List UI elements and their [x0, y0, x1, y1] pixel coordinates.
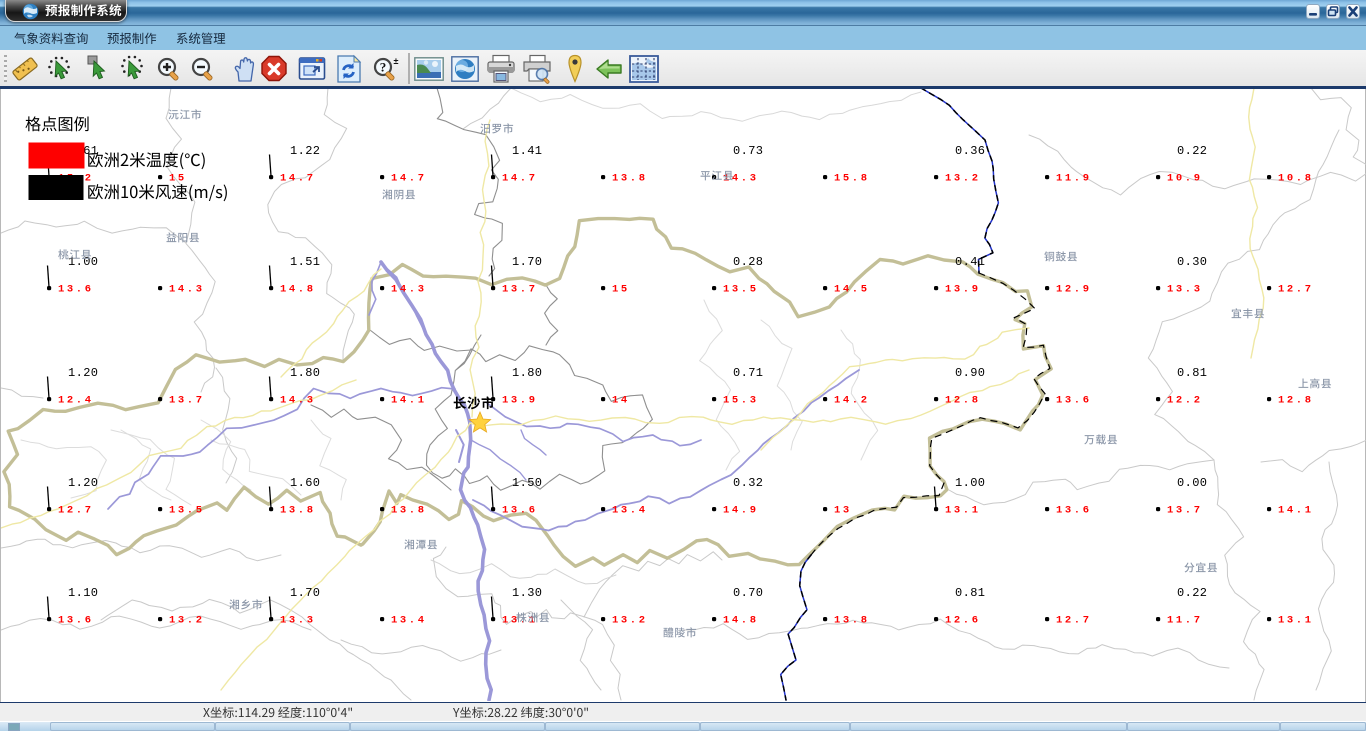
svg-text:0.36: 0.36	[955, 144, 985, 158]
svg-text:14.1: 14.1	[391, 395, 427, 407]
svg-text:13.6: 13.6	[58, 284, 94, 296]
svg-text:15: 15	[612, 284, 630, 296]
svg-text:?: ?	[380, 60, 387, 75]
svg-text:0.00: 0.00	[1177, 476, 1207, 490]
svg-text:0.22: 0.22	[1177, 586, 1207, 600]
svg-text:14.7: 14.7	[280, 173, 316, 185]
svg-text:0.32: 0.32	[733, 476, 763, 490]
svg-text:1.00: 1.00	[955, 476, 985, 490]
svg-text:14.1: 14.1	[1278, 505, 1314, 517]
svg-text:12.7: 12.7	[58, 505, 94, 517]
svg-text:1.51: 1.51	[290, 255, 320, 269]
svg-text:12.8: 12.8	[1278, 395, 1314, 407]
svg-text:14.7: 14.7	[502, 173, 538, 185]
svg-text:14.9: 14.9	[723, 505, 759, 517]
svg-text:1.60: 1.60	[290, 476, 320, 490]
svg-text:13.9: 13.9	[945, 284, 981, 296]
svg-text:1.70: 1.70	[290, 586, 320, 600]
svg-text:15.8: 15.8	[834, 173, 870, 185]
svg-text:13.3: 13.3	[280, 615, 316, 627]
svg-text:13.2: 13.2	[945, 173, 981, 185]
svg-text:13.2: 13.2	[612, 615, 648, 627]
svg-text:13.7: 13.7	[502, 284, 538, 296]
svg-text:0.28: 0.28	[733, 255, 763, 269]
svg-text:0.90: 0.90	[955, 366, 985, 380]
svg-text:0.41: 0.41	[955, 255, 985, 269]
svg-text:0.81: 0.81	[1177, 366, 1207, 380]
svg-text:13.8: 13.8	[612, 173, 648, 185]
svg-text:12.4: 12.4	[58, 395, 94, 407]
svg-text:0.71: 0.71	[733, 366, 763, 380]
svg-text:1.00: 1.00	[68, 255, 98, 269]
svg-text:1.30: 1.30	[512, 586, 542, 600]
svg-text:1.20: 1.20	[68, 366, 98, 380]
svg-text:15: 15	[169, 173, 187, 185]
svg-text:13.9: 13.9	[502, 395, 538, 407]
svg-text:12.7: 12.7	[1278, 284, 1314, 296]
svg-text:14.7: 14.7	[391, 173, 427, 185]
svg-text:11.9: 11.9	[1056, 173, 1092, 185]
svg-text:10.8: 10.8	[1278, 173, 1314, 185]
svg-text:1.10: 1.10	[68, 586, 98, 600]
svg-text:13.6: 13.6	[502, 505, 538, 517]
svg-text:13.3: 13.3	[1167, 284, 1203, 296]
svg-text:1.20: 1.20	[68, 476, 98, 490]
svg-text:0.30: 0.30	[1177, 255, 1207, 269]
svg-text:14.3: 14.3	[169, 284, 205, 296]
svg-text:±: ±	[394, 56, 399, 66]
svg-text:12.6: 12.6	[945, 615, 981, 627]
svg-text:12.2: 12.2	[1167, 395, 1203, 407]
svg-text:13: 13	[834, 505, 852, 517]
svg-text:14.5: 14.5	[834, 284, 870, 296]
svg-text:13.7: 13.7	[169, 395, 205, 407]
svg-text:13.7: 13.7	[1167, 505, 1203, 517]
svg-text:13.8: 13.8	[391, 505, 427, 517]
svg-text:13.8: 13.8	[834, 615, 870, 627]
svg-text:12.7: 12.7	[1056, 615, 1092, 627]
svg-text:13.1: 13.1	[1278, 615, 1314, 627]
svg-text:13.2: 13.2	[169, 615, 205, 627]
svg-text:13.6: 13.6	[1056, 505, 1092, 517]
svg-text:1.50: 1.50	[512, 476, 542, 490]
svg-text:10.9: 10.9	[1167, 173, 1203, 185]
svg-text:14.3: 14.3	[280, 395, 316, 407]
svg-text:14.3: 14.3	[723, 173, 759, 185]
svg-text:12.9: 12.9	[1056, 284, 1092, 296]
svg-text:13.1: 13.1	[945, 505, 981, 517]
svg-text:0.22: 0.22	[1177, 144, 1207, 158]
svg-text:1.70: 1.70	[512, 255, 542, 269]
svg-text:1.22: 1.22	[290, 144, 320, 158]
svg-text:14.3: 14.3	[391, 284, 427, 296]
svg-text:13.5: 13.5	[169, 505, 205, 517]
svg-text:15.3: 15.3	[723, 395, 759, 407]
svg-text:14: 14	[612, 395, 630, 407]
svg-text:0.81: 0.81	[955, 586, 985, 600]
svg-text:11.7: 11.7	[1167, 615, 1203, 627]
svg-text:14.8: 14.8	[280, 284, 316, 296]
svg-text:1.80: 1.80	[512, 366, 542, 380]
svg-text:0.73: 0.73	[733, 144, 763, 158]
svg-text:13.6: 13.6	[58, 615, 94, 627]
svg-text:1.41: 1.41	[512, 144, 542, 158]
svg-text:13.6: 13.6	[1056, 395, 1092, 407]
svg-text:13.5: 13.5	[723, 284, 759, 296]
svg-text:13.8: 13.8	[280, 505, 316, 517]
svg-text:13.4: 13.4	[612, 505, 648, 517]
svg-text:14.8: 14.8	[723, 615, 759, 627]
svg-text:0.70: 0.70	[733, 586, 763, 600]
svg-text:14.2: 14.2	[834, 395, 870, 407]
svg-text:1.80: 1.80	[290, 366, 320, 380]
svg-text:13.4: 13.4	[391, 615, 427, 627]
svg-text:12.8: 12.8	[945, 395, 981, 407]
